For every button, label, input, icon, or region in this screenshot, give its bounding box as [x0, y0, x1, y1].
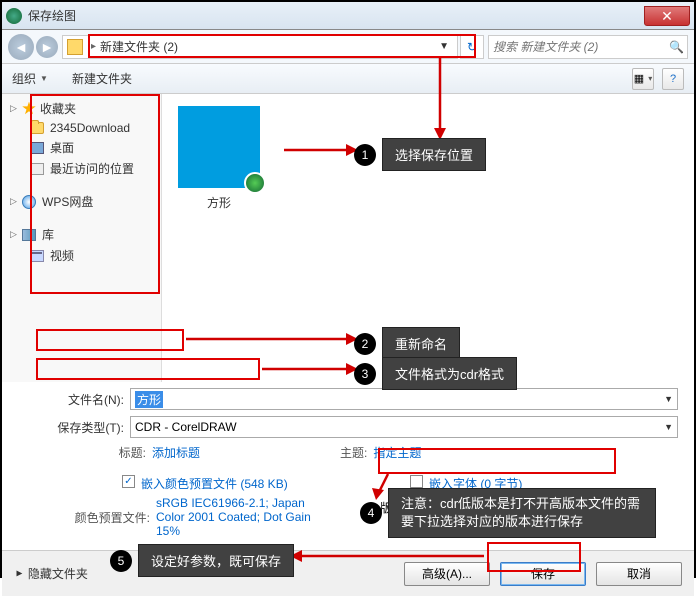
titlebar: 保存绘图 ✕ [2, 2, 694, 30]
folder-icon [30, 122, 44, 134]
chevron-down-icon[interactable]: ▼ [658, 422, 673, 432]
version-value: 21.0 (2019) [438, 500, 499, 514]
wps-label: WPS网盘 [42, 193, 93, 210]
sidebar-libraries-header[interactable]: ▷ 库 [2, 224, 161, 245]
chevron-down-icon[interactable]: ▾ [567, 502, 578, 513]
address-bar[interactable]: ▸ 新建文件夹 (2) ▼ [62, 35, 458, 59]
view-options-button[interactable]: ▦▾ [632, 68, 654, 90]
filename-label: 文件名(N): [32, 391, 130, 408]
sidebar-item-recent[interactable]: 最近访问的位置 [2, 158, 161, 179]
filename-input[interactable]: 方形 ▼ [130, 388, 678, 410]
address-dropdown-icon[interactable]: ▼ [435, 41, 453, 52]
sidebar: ▷ 收藏夹 2345Download 桌面 最近访问的位置 ▷ WPS网盘 ▷ [2, 94, 162, 382]
embed-font-checkbox[interactable] [410, 475, 423, 488]
new-folder-label: 新建文件夹 [72, 70, 132, 87]
favorites-label: 收藏夹 [40, 100, 76, 117]
color-profile-label: 颜色预置文件: [42, 509, 156, 526]
libraries-label: 库 [42, 226, 54, 243]
sidebar-favorites-header[interactable]: ▷ 收藏夹 [2, 98, 161, 119]
refresh-button[interactable]: ↻ [460, 35, 484, 59]
sidebar-item-video[interactable]: 视频 [2, 245, 161, 266]
address-segment[interactable]: 新建文件夹 (2) [100, 38, 178, 55]
save-options: 嵌入颜色预置文件 (548 KB) 颜色预置文件: sRGB IEC61966-… [2, 471, 694, 550]
filename-value: 方形 [135, 391, 163, 408]
sidebar-item-desktop[interactable]: 桌面 [2, 137, 161, 158]
chevron-right-icon: ▷ [10, 196, 20, 207]
save-fields: 文件名(N): 方形 ▼ 保存类型(T): CDR - CorelDRAW ▼ … [2, 382, 694, 471]
dialog-footer: ▲ 隐藏文件夹 高级(A)... 保存 取消 [2, 550, 694, 596]
filetype-label: 保存类型(T): [32, 419, 130, 436]
color-profile-value: sRGB IEC61966-2.1; Japan Color 2001 Coat… [156, 496, 326, 538]
thumbnail-label: 方形 [174, 194, 264, 211]
subject-meta-link[interactable]: 指定主题 [373, 444, 421, 461]
search-input[interactable] [493, 40, 669, 54]
body-area: ▷ 收藏夹 2345Download 桌面 最近访问的位置 ▷ WPS网盘 ▷ [2, 94, 694, 382]
sidebar-wps-header[interactable]: ▷ WPS网盘 [2, 191, 161, 212]
help-button[interactable]: ? [662, 68, 684, 90]
embed-color-checkbox[interactable] [122, 475, 135, 488]
sidebar-item-downloads[interactable]: 2345Download [2, 119, 161, 137]
star-icon [22, 102, 36, 116]
recent-icon [30, 163, 44, 175]
search-box[interactable]: 🔍 [488, 35, 688, 59]
thumbnail-image [178, 106, 260, 188]
library-icon [22, 229, 36, 241]
hide-folders-toggle[interactable]: ▲ 隐藏文件夹 [14, 565, 88, 582]
subject-meta-label: 主题: [340, 444, 373, 461]
filetype-select[interactable]: CDR - CorelDRAW ▼ [130, 416, 678, 438]
wps-icon [22, 195, 36, 209]
new-folder-button[interactable]: 新建文件夹 [72, 70, 132, 87]
organize-menu[interactable]: 组织 ▼ [12, 70, 48, 87]
navbar: ◄ ► ▸ 新建文件夹 (2) ▼ ↻ 🔍 [2, 30, 694, 64]
embed-font-label: 嵌入字体 (0 字节) [429, 475, 522, 492]
version-select[interactable]: 21.0 (2019) ▾ [433, 496, 583, 518]
search-icon: 🔍 [669, 40, 683, 54]
desktop-icon [30, 142, 44, 154]
filetype-value: CDR - CorelDRAW [135, 420, 237, 434]
coreldraw-badge-icon [244, 172, 266, 194]
close-button[interactable]: ✕ [644, 6, 690, 26]
app-icon [6, 8, 22, 24]
title-meta-label: 标题: [32, 444, 152, 461]
title-meta-link[interactable]: 添加标题 [152, 444, 200, 461]
chevron-down-icon: ▼ [40, 74, 48, 83]
window-title: 保存绘图 [28, 7, 76, 24]
chevron-down-icon: ▾ [648, 74, 652, 83]
chevron-up-icon: ▲ [13, 569, 24, 579]
chevron-down-icon: ▷ [10, 103, 20, 114]
file-area[interactable]: 方形 [162, 94, 694, 382]
save-dialog-window: 保存绘图 ✕ ◄ ► ▸ 新建文件夹 (2) ▼ ↻ 🔍 组织 ▼ 新建文件夹 … [0, 0, 696, 578]
organize-label: 组织 [12, 70, 36, 87]
nav-forward-button[interactable]: ► [36, 36, 58, 58]
video-icon [30, 250, 44, 262]
folder-icon [67, 39, 83, 55]
nav-back-button[interactable]: ◄ [8, 34, 34, 60]
toolbar: 组织 ▼ 新建文件夹 ▦▾ ? [2, 64, 694, 94]
embed-color-label: 嵌入颜色预置文件 (548 KB) [141, 475, 301, 492]
file-thumbnail[interactable]: 方形 [174, 106, 264, 211]
chevron-right-icon: ▸ [91, 41, 96, 52]
chevron-right-icon: ▷ [10, 229, 20, 240]
version-label: 版本(S) : [380, 499, 427, 516]
chevron-down-icon[interactable]: ▼ [658, 394, 673, 404]
